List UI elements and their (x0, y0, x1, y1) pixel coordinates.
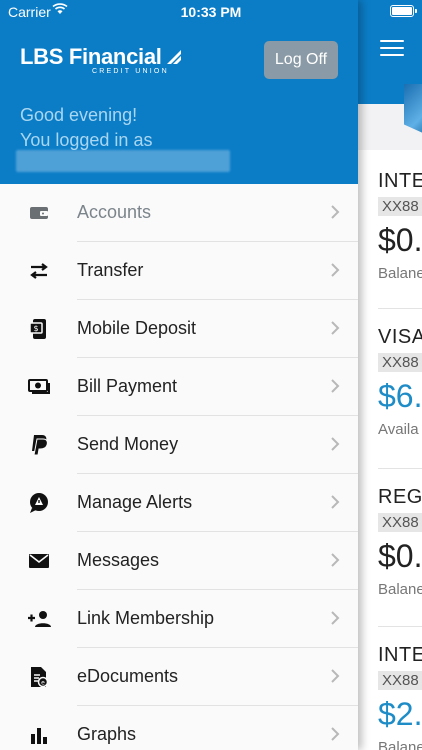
paypal-icon (27, 434, 51, 456)
greeting-line-1: Good evening! (20, 105, 138, 125)
battery-icon (390, 5, 417, 17)
account-number: XX88 (378, 671, 422, 690)
menu-item-graphs[interactable]: Graphs (0, 706, 358, 750)
menu-item-mobile-deposit[interactable]: $ Mobile Deposit (0, 300, 358, 358)
menu-item-messages[interactable]: Messages (0, 532, 358, 590)
drawer-header: LBS Financial CREDIT UNION Log Off Good … (0, 0, 358, 184)
account-balance-label: Balane (378, 739, 422, 750)
bar-chart-icon (27, 724, 51, 746)
chevron-right-icon (331, 437, 340, 451)
account-number: XX88 (378, 353, 422, 372)
chevron-right-icon (331, 727, 340, 741)
account-name: INTE (378, 170, 422, 192)
menu-item-manage-alerts[interactable]: Manage Alerts (0, 474, 358, 532)
menu-item-label: Transfer (77, 260, 144, 280)
menu-item-label: Mobile Deposit (77, 318, 197, 338)
chevron-right-icon (331, 321, 340, 335)
menu-item-label: Messages (77, 550, 160, 570)
menu-item-link-membership[interactable]: Link Membership (0, 590, 358, 648)
svg-text:e: e (41, 680, 45, 687)
account-balance-label: Balane (378, 265, 422, 282)
menu-item-label: Link Membership (77, 608, 215, 628)
menu-item-label: Accounts (77, 202, 152, 222)
menu-item-label: eDocuments (77, 666, 179, 686)
drawer-menu: Accounts Transfer $ Mobile Deposit Bill (0, 184, 358, 750)
menu-item-label: Send Money (77, 434, 179, 454)
chevron-right-icon (331, 611, 340, 625)
chevron-right-icon (331, 669, 340, 683)
menu-item-transfer[interactable]: Transfer (0, 242, 358, 300)
chevron-right-icon (331, 553, 340, 567)
mobile-deposit-icon: $ (27, 318, 51, 340)
log-off-button[interactable]: Log Off (264, 41, 338, 79)
clock: 10:33 PM (180, 4, 242, 20)
menu-item-label: Bill Payment (77, 376, 178, 396)
menu-item-label: Graphs (77, 724, 137, 744)
account-number: XX88 (378, 513, 422, 532)
menu-item-accounts[interactable]: Accounts (0, 184, 358, 242)
masked-username (16, 150, 230, 172)
account-amount: $0. (378, 538, 422, 574)
menu-item-edocuments[interactable]: e eDocuments (0, 648, 358, 706)
chevron-right-icon (331, 205, 340, 219)
svg-text:$: $ (33, 324, 38, 333)
greeting: Good evening! You logged in as (20, 103, 152, 153)
account-name: VISA (378, 326, 422, 348)
account-card[interactable]: INTE XX88 $2. Balane (378, 644, 422, 750)
account-balance-label: Balane (378, 581, 422, 598)
divider (378, 626, 422, 627)
account-card[interactable]: VISA XX88 $6. Availa (378, 326, 422, 438)
alert-bubble-icon (27, 492, 51, 514)
account-card[interactable]: REGU XX88 $0. Balane (378, 486, 422, 598)
chevron-right-icon (331, 495, 340, 509)
add-person-icon (27, 608, 51, 630)
brand-name: LBS Financial (20, 44, 162, 69)
account-name: INTE (378, 644, 422, 666)
hamburger-menu-icon[interactable] (380, 40, 404, 58)
menu-item-bill-payment[interactable]: Bill Payment (0, 358, 358, 416)
status-bar: Carrier 10:33 PM (0, 0, 422, 22)
bill-payment-icon (27, 376, 51, 398)
account-amount: $2. (378, 696, 422, 732)
divider (378, 308, 422, 309)
brand-subtitle: CREDIT UNION (92, 68, 169, 75)
navigation-drawer: LBS Financial CREDIT UNION Log Off Good … (0, 0, 358, 750)
menu-item-label: Manage Alerts (77, 492, 193, 512)
chevron-right-icon (331, 263, 340, 277)
envelope-icon (27, 550, 51, 572)
account-balance-label: Availa (378, 421, 419, 438)
edocuments-icon: e (27, 666, 51, 688)
account-card[interactable]: INTE XX88 $0. Balane (378, 170, 422, 282)
account-number: XX88 (378, 197, 422, 216)
background-logo (404, 84, 422, 138)
wallet-icon (27, 202, 51, 224)
brand-logo: LBS Financial CREDIT UNION (20, 44, 181, 75)
account-name: REGU (378, 486, 422, 508)
chevron-right-icon (331, 379, 340, 393)
brand-flag-icon (167, 50, 181, 64)
transfer-arrows-icon (27, 260, 51, 282)
menu-item-send-money[interactable]: Send Money (0, 416, 358, 474)
account-amount: $0. (378, 222, 422, 258)
account-amount: $6. (378, 378, 422, 414)
divider (378, 468, 422, 469)
